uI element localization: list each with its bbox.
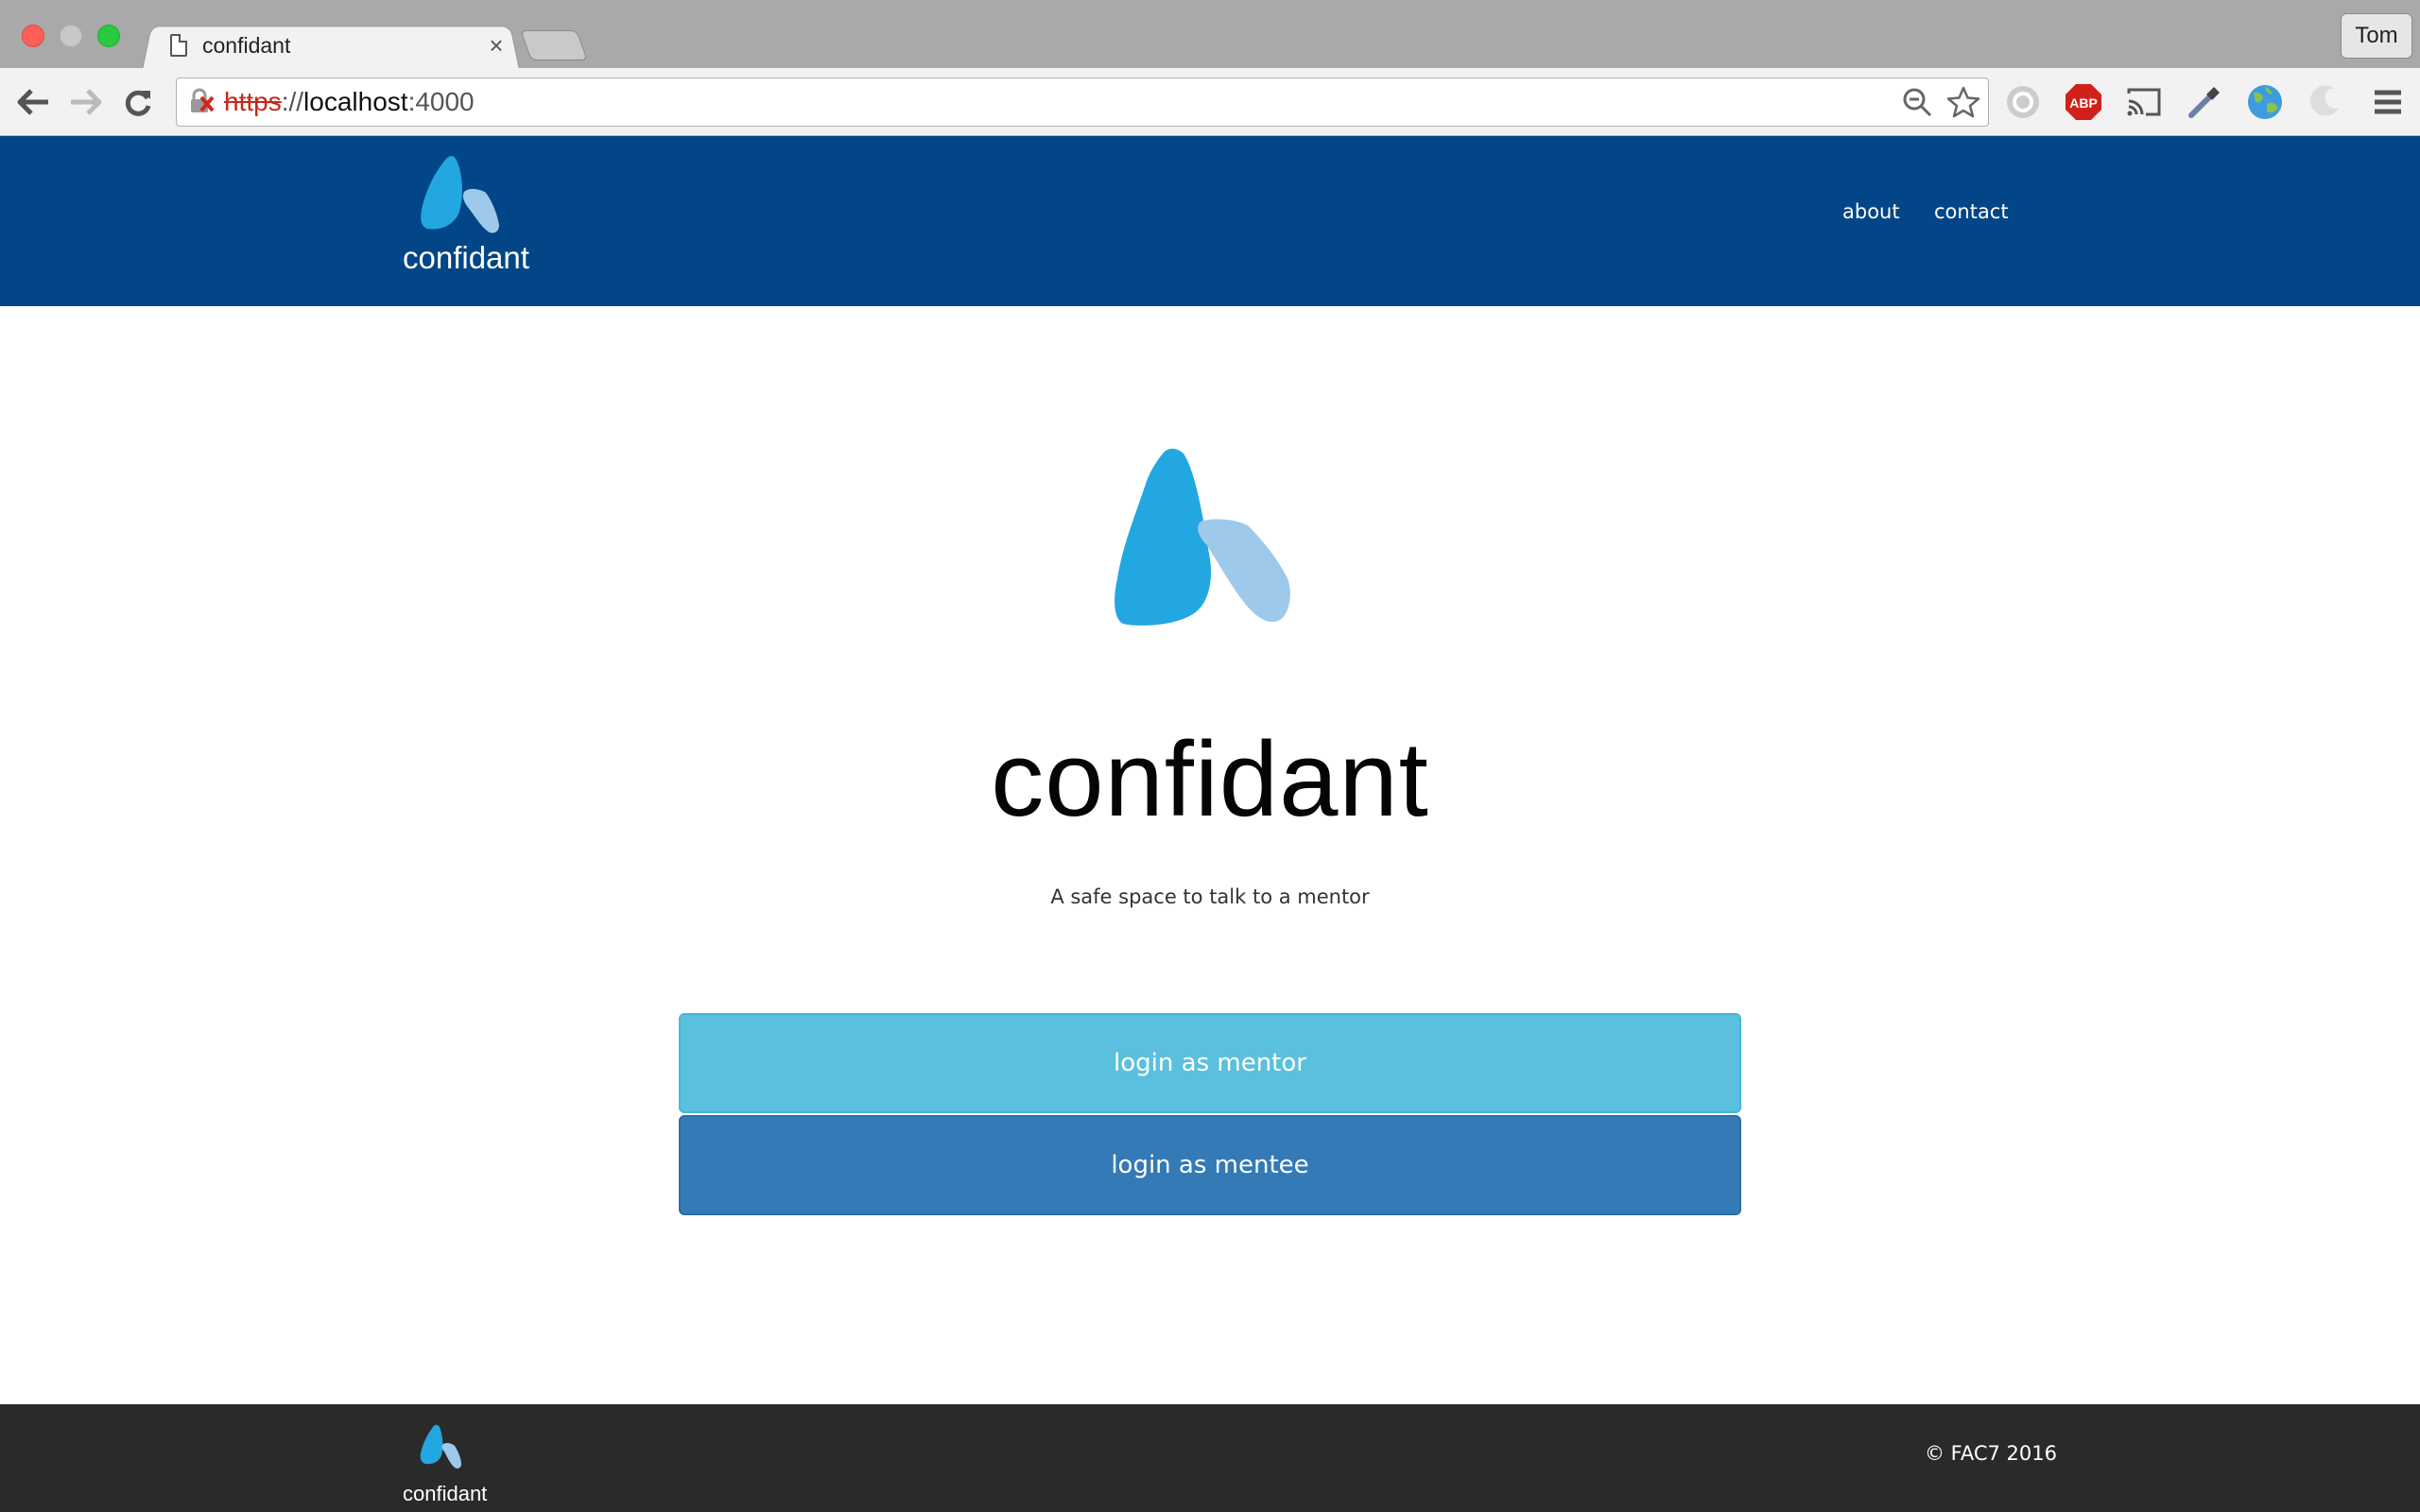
url-text: https://localhost:4000 (224, 87, 475, 116)
site-header: confidant about contact (0, 136, 2420, 306)
site-footer: confidant © FAC7 2016 (0, 1404, 2420, 1512)
minimize-window-button[interactable] (60, 25, 82, 47)
profile-button[interactable]: Tom (2341, 13, 2412, 59)
forward-arrow-icon (71, 89, 102, 115)
footer-logo-text: confidant (403, 1482, 488, 1505)
login-as-mentee-button[interactable]: login as mentee (679, 1115, 1741, 1215)
tagline: A safe space to talk to a mentor (1050, 885, 1370, 908)
browser-tab-content[interactable]: confidant × (170, 26, 510, 64)
new-tab-button[interactable] (520, 30, 588, 60)
bookmark-star-icon[interactable] (1946, 86, 1980, 123)
extension-grey-icon[interactable] (2004, 83, 2042, 121)
login-as-mentor-button[interactable]: login as mentor (679, 1013, 1741, 1113)
close-tab-icon[interactable]: × (482, 31, 510, 60)
menu-icon[interactable] (2369, 83, 2407, 121)
insecure-lock-icon (188, 88, 216, 116)
forward-button[interactable] (64, 81, 106, 123)
back-button[interactable] (13, 81, 55, 123)
confidant-footer-logo-icon (420, 1424, 461, 1469)
browser-toolbar: https://localhost:4000 ABP (0, 68, 2420, 136)
eyedropper-icon[interactable] (2186, 83, 2223, 121)
browser-titlebar: confidant × Tom (0, 0, 2420, 71)
adblock-icon[interactable]: ABP (2065, 83, 2102, 121)
header-logo-text[interactable]: confidant (403, 240, 529, 276)
document-icon (170, 34, 187, 57)
zoom-icon[interactable] (1901, 86, 1933, 123)
tab-title: confidant (202, 32, 291, 58)
confidant-hero-logo-icon (1115, 448, 1290, 626)
reload-icon (125, 90, 151, 116)
address-bar[interactable]: https://localhost:4000 (176, 77, 1989, 127)
reload-button[interactable] (117, 81, 159, 123)
hero-title: confidant (991, 720, 1429, 838)
nav-link-contact[interactable]: contact (1934, 200, 2009, 223)
extension-swirl-icon[interactable] (2307, 83, 2344, 121)
back-arrow-icon (17, 89, 48, 115)
adblock-label: ABP (2069, 95, 2098, 111)
globe-icon[interactable] (2246, 83, 2284, 121)
cast-icon[interactable] (2125, 83, 2163, 121)
copyright-text: © FAC7 2016 (1925, 1442, 2057, 1465)
close-window-button[interactable] (22, 25, 44, 47)
nav-link-about[interactable]: about (1842, 200, 1900, 223)
maximize-window-button[interactable] (97, 25, 120, 47)
